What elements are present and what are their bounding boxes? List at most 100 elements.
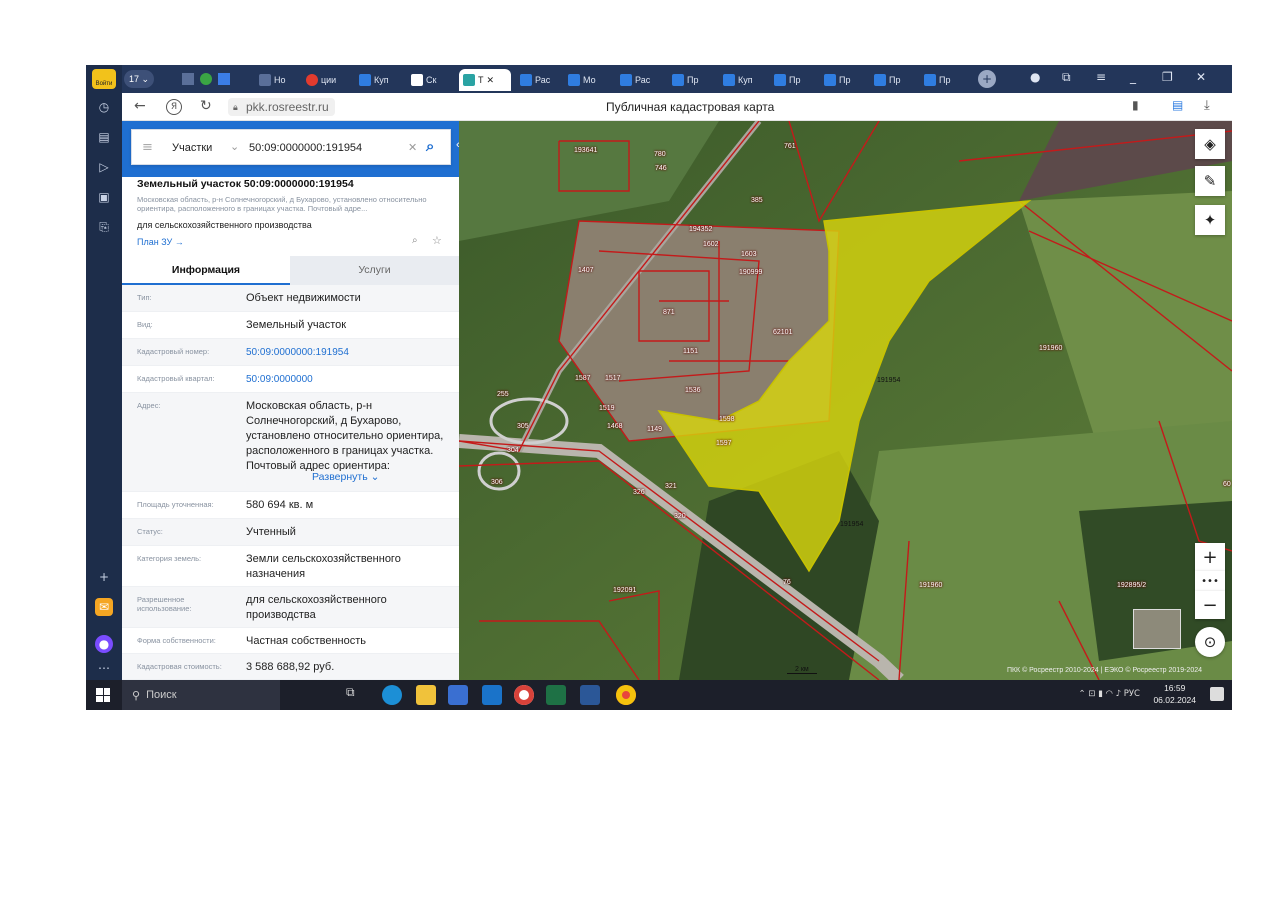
cadastral-number-link[interactable]: 50:09:0000000:191954 [246, 345, 456, 360]
mail-icon[interactable] [218, 73, 230, 85]
zoom-in-button[interactable]: + [1195, 543, 1225, 571]
back-icon[interactable]: ← [134, 98, 146, 114]
tab[interactable]: Пр [870, 69, 915, 91]
tab[interactable]: Куп [355, 69, 403, 91]
wifi-icon[interactable]: ◠ [1105, 689, 1112, 699]
parcel-label[interactable]: 780 [654, 151, 666, 158]
network-icon[interactable]: ⊡ [1088, 689, 1095, 699]
parcel-label[interactable]: 871 [663, 309, 675, 316]
tab[interactable]: Рас [616, 69, 661, 91]
minimize-icon[interactable]: _ [1130, 70, 1136, 84]
url-field[interactable]: 🔒︎ pkk.rosreestr.ru [228, 98, 335, 116]
clear-icon[interactable]: ✕ [408, 141, 417, 154]
parcel-label[interactable]: 1519 [599, 405, 615, 412]
zoom-to-icon[interactable]: ⌕ [412, 235, 418, 246]
history-icon[interactable]: ◷ [95, 98, 113, 116]
chevron-down-icon[interactable]: ⌄ [230, 140, 239, 153]
mail-icon[interactable] [482, 685, 502, 705]
collections-icon[interactable]: ▤ [95, 128, 113, 146]
compass-button[interactable]: ⊙ [1195, 627, 1225, 657]
site-icon[interactable] [200, 73, 212, 85]
parcel-label[interactable]: 385 [751, 197, 763, 204]
search-type-select[interactable]: Участки [172, 142, 212, 154]
cadastral-quarter-link[interactable]: 50:09:0000000 [246, 372, 456, 387]
word-icon[interactable] [580, 685, 600, 705]
tabs-icon[interactable]: ⧉ [1062, 70, 1071, 85]
plan-link[interactable]: План ЗУ → [137, 237, 184, 247]
tab-active[interactable]: Т ✕ [459, 69, 511, 91]
tab[interactable]: Мо [564, 69, 609, 91]
parcel-label[interactable]: 1517 [605, 375, 621, 382]
parcel-label[interactable]: 191960 [1039, 345, 1062, 352]
search-input[interactable]: 50:09:0000000:191954 [249, 142, 362, 154]
parcel-label[interactable]: 192895/2 [1117, 582, 1146, 589]
tab[interactable]: Рас [516, 69, 561, 91]
expand-link[interactable]: Развернуть ⌄ [312, 471, 379, 483]
parcel-label[interactable]: 1468 [607, 423, 623, 430]
user-avatar[interactable]: Войти [92, 69, 116, 89]
parcel-label[interactable]: 1602 [703, 241, 719, 248]
parcel-label[interactable]: 255 [497, 391, 509, 398]
parcel-label[interactable]: 761 [784, 143, 796, 150]
parcel-label[interactable]: 60 [1223, 481, 1231, 488]
tab-counter[interactable]: 17 ⌄ [124, 70, 154, 88]
menu-icon[interactable]: ≡ [1096, 70, 1106, 84]
layers-button[interactable]: ◈ [1195, 129, 1225, 159]
parcel-label[interactable]: 193641 [574, 147, 597, 154]
add-icon[interactable]: + [95, 568, 113, 586]
tab[interactable]: Ск [407, 69, 452, 91]
tab[interactable]: ции [302, 69, 350, 91]
parcel-label[interactable]: 320 [674, 513, 686, 520]
excel-icon[interactable] [546, 685, 566, 705]
edge-icon[interactable] [382, 685, 402, 705]
parcel-label[interactable]: 194352 [689, 226, 712, 233]
tab-info[interactable]: Информация [122, 256, 290, 285]
zoom-level-button[interactable]: ••• [1195, 571, 1225, 591]
start-icon[interactable] [96, 688, 110, 702]
chevron-up-icon[interactable]: ⌃ [1078, 689, 1085, 699]
alice-icon[interactable]: ● [95, 635, 113, 653]
parcel-label[interactable]: 306 [491, 479, 503, 486]
tab[interactable]: Но [255, 69, 297, 91]
media-icon[interactable]: ▷ [95, 158, 113, 176]
parcel-label[interactable]: 1151 [683, 348, 698, 355]
close-tab-icon[interactable]: ✕ [487, 75, 495, 86]
measure-button[interactable]: ✎ [1195, 166, 1225, 196]
restore-icon[interactable]: ❐ [1162, 70, 1173, 84]
parcel-label[interactable]: 1598 [719, 416, 735, 423]
extension-icon[interactable]: ▤ [1172, 98, 1183, 112]
bookmark-icon[interactable]: ▮ [1132, 98, 1139, 112]
parcel-label[interactable]: 746 [655, 165, 667, 172]
yandex-icon[interactable]: Я [166, 99, 182, 115]
search-icon[interactable]: ⌕ [426, 138, 434, 155]
parcel-label[interactable]: 305 [517, 423, 529, 430]
parcel-label[interactable]: 1603 [741, 251, 757, 258]
yandex-browser-icon[interactable] [514, 685, 534, 705]
explorer-icon[interactable] [416, 685, 436, 705]
locate-button[interactable]: ✦ [1195, 205, 1225, 235]
selected-parcel-label[interactable]: 191954 [840, 521, 863, 528]
parcel-label[interactable]: 1597 [716, 440, 732, 447]
parcel-label[interactable]: 76 [783, 579, 791, 586]
zoom-out-button[interactable]: − [1195, 591, 1225, 619]
parcel-label[interactable]: 1536 [685, 387, 701, 394]
parcel-label[interactable]: 192091 [613, 587, 636, 594]
battery-icon[interactable]: ▮ [1098, 689, 1103, 699]
calendar-icon[interactable]: ▣ [95, 188, 113, 206]
volume-icon[interactable]: ♪ [1116, 689, 1121, 699]
reload-icon[interactable]: ↻ [200, 98, 212, 114]
parcel-label[interactable]: 321 [665, 483, 677, 490]
clock[interactable]: 16:59 06.02.2024 [1153, 682, 1196, 706]
tab[interactable]: Пр [668, 69, 713, 91]
site-icon[interactable] [182, 73, 194, 85]
taskbar-search[interactable]: ⚲ Поиск [122, 680, 280, 710]
parcel-label[interactable]: 1587 [575, 375, 591, 382]
tab[interactable]: Куп [719, 69, 764, 91]
more-icon[interactable]: ⋯ [95, 659, 113, 677]
parcel-label[interactable]: 62101 [773, 329, 792, 336]
profile-icon[interactable]: ● [1030, 70, 1040, 84]
parcel-label[interactable]: 326 [633, 489, 645, 496]
language-indicator[interactable]: РУС [1124, 689, 1140, 699]
parcel-label[interactable]: 191960 [919, 582, 942, 589]
task-view-icon[interactable]: ⧉ [346, 685, 366, 705]
